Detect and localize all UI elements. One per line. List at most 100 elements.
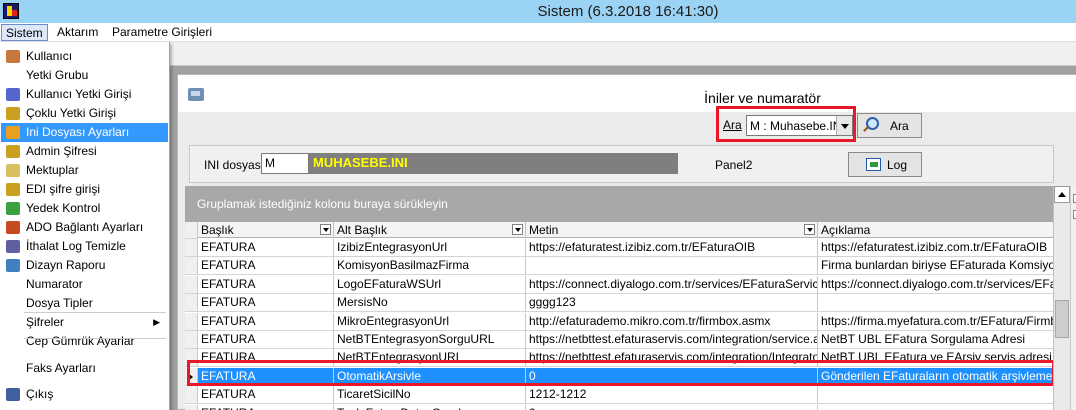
menu-sistem[interactable]: Sistem (1, 24, 48, 41)
menu-item-dosya-tipler[interactable]: Dosya Tipler (1, 294, 168, 313)
column-header-baslik[interactable]: Başlık (198, 222, 334, 238)
table-row[interactable]: EFATURA MikroEntegrasyonUrl http://efatura… (185, 312, 1053, 331)
column-header-alt-baslik[interactable]: Alt Başlık (334, 222, 526, 238)
menu-aktarim[interactable]: Aktarım (53, 24, 102, 41)
menu-item-label: İthalat Log Temizle (26, 239, 126, 253)
table-cell[interactable] (818, 294, 1053, 313)
column-header-metin[interactable]: Metin (526, 222, 818, 238)
right-panel-edge (1070, 186, 1076, 410)
table-cell[interactable]: gggg123 (526, 294, 818, 313)
menu-item-label: Şifreler (26, 315, 65, 329)
ini-file-name-display: MUHASEBE.INI (309, 153, 678, 174)
menu-parametre-girisleri[interactable]: Parametre Girişleri (108, 24, 216, 41)
menu-item-faks-ayarları[interactable]: Faks Ayarları (1, 359, 168, 378)
table-cell[interactable]: KomisyonBasilmazFirma (334, 257, 526, 276)
table-row[interactable]: EFATURA MersisNo gggg123 (185, 294, 1053, 313)
table-cell[interactable]: EFATURA (198, 404, 334, 410)
table-cell[interactable]: EFATURA (198, 331, 334, 349)
column-header-label: Başlık (201, 223, 234, 237)
table-cell[interactable] (818, 386, 1053, 405)
table-cell[interactable]: EFATURA (198, 386, 334, 405)
menu-item-çıkış[interactable]: Çıkış (1, 385, 168, 404)
menu-item-label: Dosya Tipler (26, 296, 93, 310)
menu-item-ini-dosyası-ayarları[interactable]: Ini Dosyası Ayarları (1, 123, 168, 142)
menu-separator (24, 312, 166, 313)
ini-file-input[interactable]: M (261, 153, 309, 174)
row-indicator[interactable] (185, 331, 198, 349)
scroll-up-icon[interactable] (1054, 186, 1070, 203)
log-button[interactable]: Log (848, 152, 922, 177)
table-row[interactable]: EFATURA LogoEFaturaWSUrl https://connect.d… (185, 275, 1053, 294)
folder-settings-icon (6, 126, 20, 139)
form-title: İniler ve numaratör (704, 90, 821, 106)
group-by-panel[interactable]: Gruplamak istediğiniz kolonu buraya sürü… (185, 186, 1053, 220)
menu-item-admin-şifresi[interactable]: Admin Şifresi (1, 142, 168, 161)
row-indicator[interactable] (185, 312, 198, 331)
menu-item-numarator[interactable]: Numarator (1, 275, 168, 294)
table-cell[interactable]: EFATURA (198, 312, 334, 331)
table-cell[interactable]: TicaretSicilNo (334, 386, 526, 405)
table-cell[interactable]: https://firma.myefatura.com.tr/EFatura/F… (818, 313, 1053, 331)
menu-item-yetki-grubu[interactable]: Yetki Grubu (1, 66, 168, 85)
menu-item-dizayn-raporu[interactable]: Dizayn Raporu (1, 256, 168, 275)
menu-item-yedek-kontrol[interactable]: Yedek Kontrol (1, 199, 168, 218)
table-cell[interactable]: http://efaturademo.mikro.com.tr/firmbox.… (526, 312, 818, 331)
menu-item-cep-gümrük-ayarlar[interactable]: Cep Gümrük Ayarlar (1, 332, 168, 351)
connection-icon (6, 221, 20, 234)
envelope-icon (6, 164, 20, 177)
table-cell[interactable] (818, 405, 1053, 410)
filter-dropdown-icon[interactable] (512, 224, 523, 235)
menu-item-şifreler[interactable]: Şifreler ▶ (1, 313, 168, 332)
table-cell[interactable]: https://efaturatest.izibiz.com.tr/EFatur… (526, 239, 818, 257)
table-row[interactable]: EFATURA KomisyonBasilmazFirma Firma bunlar… (185, 257, 1053, 276)
menu-item-ado-bağlantı-ayarları[interactable]: ADO Bağlantı Ayarları (1, 218, 168, 237)
table-cell[interactable]: 1212-1212 (526, 386, 818, 405)
table-cell[interactable]: EFATURA (198, 275, 334, 294)
menu-item-edi-şifre-girişi[interactable]: EDI şifre girişi (1, 180, 168, 199)
table-cell[interactable]: NetBT UBL EFatura Sorgulama Adresi (818, 331, 1053, 349)
table-row[interactable]: EFATURATopluFaturaDetayGrupla0 (185, 404, 1053, 410)
magnifier-icon (866, 117, 879, 130)
table-cell[interactable]: https://connect.diyalogo.com.tr/services… (818, 276, 1053, 294)
row-indicator[interactable] (185, 294, 198, 313)
table-cell[interactable]: https://efaturatest.izibiz.com.tr/EFatur… (818, 239, 1053, 257)
row-indicator[interactable] (185, 257, 198, 276)
table-cell[interactable]: https://netbttest.efaturaservis.com/inte… (526, 331, 818, 349)
row-indicator[interactable] (185, 404, 198, 410)
table-cell[interactable]: NetBTEntegrasyonSorguURL (334, 331, 526, 349)
window-title: Sistem (6.3.2018 16:41:30) (537, 3, 719, 20)
row-indicator[interactable] (185, 239, 198, 257)
table-cell[interactable]: https://connect.diyalogo.com.tr/services… (526, 275, 818, 294)
table-cell[interactable]: LogoEFaturaWSUrl (334, 275, 526, 294)
menu-item-i-thalat-log-temizle[interactable]: İthalat Log Temizle (1, 237, 168, 256)
menu-item-mektuplar[interactable]: Mektuplar (1, 161, 168, 180)
menu-item-label: Mektuplar (26, 163, 79, 177)
search-button-label: Ara (890, 119, 909, 133)
scrollbar-thumb[interactable] (1055, 300, 1069, 338)
table-cell[interactable]: MikroEntegrasyonUrl (334, 312, 526, 331)
search-button[interactable]: Ara (857, 113, 922, 138)
menu-item-label: Yetki Grubu (26, 68, 89, 82)
table-cell[interactable]: 0 (526, 404, 818, 410)
menu-item-kullanıcı[interactable]: Kullanıcı (1, 47, 168, 66)
menu-item-kullanıcı-yetki-girişi[interactable]: Kullanıcı Yetki Girişi (1, 85, 168, 104)
column-header-aciklama[interactable]: Açıklama (818, 222, 1053, 238)
table-cell[interactable]: EFATURA (198, 294, 334, 313)
table-cell[interactable]: MersisNo (334, 294, 526, 313)
table-row[interactable]: EFATURA TicaretSicilNo 1212-1212 (185, 386, 1053, 405)
table-cell[interactable] (526, 257, 818, 276)
table-cell[interactable]: Firma bunlardan biriyse EFaturada Komsiy… (818, 257, 1053, 276)
table-cell[interactable]: EFATURA (198, 257, 334, 276)
table-cell[interactable]: EFATURA (198, 239, 334, 257)
filter-dropdown-icon[interactable] (320, 224, 331, 235)
row-indicator[interactable] (185, 275, 198, 294)
table-cell[interactable]: TopluFaturaDetayGrupla (334, 404, 526, 410)
row-indicator[interactable] (185, 386, 198, 405)
table-row[interactable]: EFATURA IzibizEntegrasyonUrl https://efatu… (185, 239, 1053, 257)
vertical-scrollbar[interactable] (1053, 186, 1070, 410)
menu-item-çoklu-yetki-girişi[interactable]: Çoklu Yetki Girişi (1, 104, 168, 123)
table-cell[interactable]: IzibizEntegrasyonUrl (334, 239, 526, 257)
highlight-box-selected-row (187, 360, 1055, 386)
table-row[interactable]: EFATURA NetBTEntegrasyonSorguURL https://n… (185, 331, 1053, 349)
filter-dropdown-icon[interactable] (804, 224, 815, 235)
